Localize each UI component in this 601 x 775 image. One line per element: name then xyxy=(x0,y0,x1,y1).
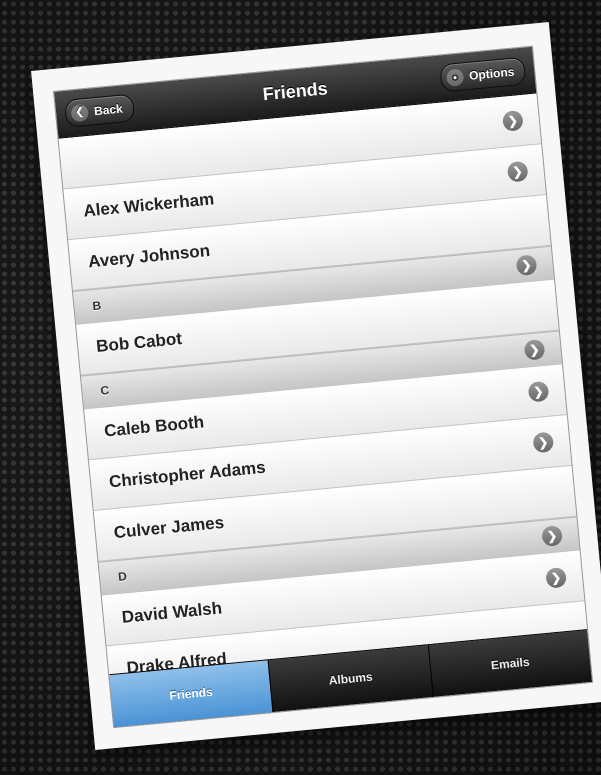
list-item-label: David Walsh xyxy=(120,598,223,627)
friends-list: ❯ Alex Wickerham ❯ Avery Johnson B ❯ Bob Cabot… xyxy=(58,93,593,729)
list-item-label: Alex Wickerham xyxy=(82,189,215,221)
chevron-right-icon[interactable]: ❯ xyxy=(545,566,567,589)
chevron-right-icon[interactable]: ❯ xyxy=(541,525,564,547)
divider-label: B xyxy=(91,298,102,314)
chevron-right-icon[interactable]: ❯ xyxy=(501,109,524,132)
list-item-label: Caleb Booth xyxy=(103,412,205,441)
divider-label: C xyxy=(99,383,110,398)
list-item-label: Culver James xyxy=(112,512,225,543)
list-item-label: Christopher Adams xyxy=(108,457,267,492)
divider-label: D xyxy=(117,569,128,585)
gear-icon xyxy=(445,67,464,87)
list-item-label: Bob Cabot xyxy=(95,329,183,357)
app-screen: ❮ Back Friends Options ❯ Alex Wickerham ❯ A… xyxy=(53,45,594,729)
list-item-label: Avery Johnson xyxy=(87,240,211,272)
chevron-right-icon[interactable]: ❯ xyxy=(523,338,546,361)
photo-frame: ❮ Back Friends Options ❯ Alex Wickerham ❯ A… xyxy=(31,22,601,750)
chevron-right-icon[interactable]: ❯ xyxy=(506,160,529,183)
options-button-label: Options xyxy=(468,64,515,83)
chevron-right-icon[interactable]: ❯ xyxy=(527,380,550,403)
chevron-right-icon[interactable]: ❯ xyxy=(532,431,555,454)
chevron-right-icon[interactable]: ❯ xyxy=(515,254,538,277)
options-button[interactable]: Options xyxy=(438,56,527,93)
